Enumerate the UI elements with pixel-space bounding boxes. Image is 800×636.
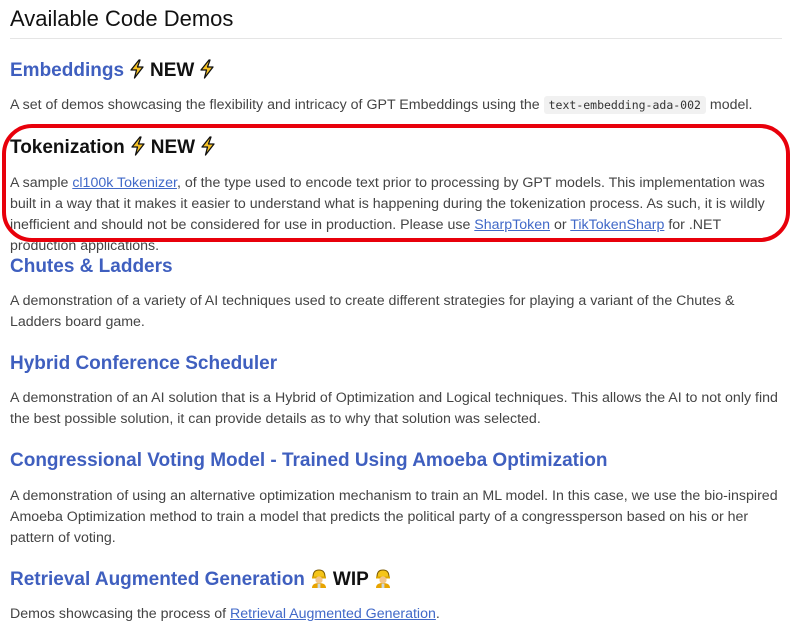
lightning-bolt-icon	[198, 59, 216, 86]
demo-heading-congressional-voting[interactable]: Congressional Voting Model - Trained Usi…	[10, 449, 607, 473]
demo-desc-chutes-ladders: A demonstration of a variety of AI techn…	[10, 293, 735, 330]
desc-text: or	[550, 217, 571, 233]
wip-badge: WIP	[332, 569, 369, 590]
construction-worker-icon	[309, 568, 329, 595]
demo-title-tokenization: Tokenization	[10, 137, 125, 158]
demo-title-rag[interactable]: Retrieval Augmented Generation	[10, 569, 305, 590]
cl100k-tokenizer-link[interactable]: cl100k Tokenizer	[72, 175, 177, 191]
new-badge: NEW	[150, 137, 196, 158]
desc-text: A set of demos showcasing the flexibilit…	[10, 97, 544, 113]
lightning-bolt-icon	[128, 59, 146, 86]
tiktokensharp-link[interactable]: TikTokenSharp	[570, 217, 664, 233]
demo-desc-rag: Demos showcasing the process of Retrieva…	[10, 604, 782, 625]
rag-link[interactable]: Retrieval Augmented Generation	[230, 606, 436, 622]
model-code: text-embedding-ada-002	[543, 96, 706, 114]
desc-text: .	[435, 606, 440, 622]
demo-desc-tokenization: A sample cl100k Tokenizer, of the type u…	[10, 173, 782, 257]
demo-heading-conference-scheduler[interactable]: Hybrid Conference Scheduler	[10, 352, 277, 376]
demo-desc-congressional-voting: A demonstration of using an alternative …	[10, 488, 778, 546]
demo-heading-tokenization: Tokenization NEW	[10, 136, 221, 163]
demo-heading-embeddings[interactable]: Embeddings NEW	[10, 59, 220, 86]
sharptoken-link[interactable]: SharpToken	[474, 217, 550, 233]
page-title: Available Code Demos	[10, 6, 234, 31]
demo-heading-chutes-ladders[interactable]: Chutes & Ladders	[10, 255, 173, 279]
lightning-bolt-icon	[129, 136, 147, 163]
title-divider	[10, 38, 782, 39]
demo-desc-embeddings: A set of demos showcasing the flexibilit…	[10, 95, 782, 116]
desc-text: model.	[705, 97, 753, 113]
demo-desc-conference-scheduler: A demonstration of an AI solution that i…	[10, 390, 778, 427]
demo-title-embeddings[interactable]: Embeddings	[10, 60, 124, 81]
desc-text: A sample	[10, 175, 73, 191]
lightning-bolt-icon	[199, 136, 217, 163]
construction-worker-icon	[373, 568, 393, 595]
demo-title-chutes-ladders[interactable]: Chutes & Ladders	[10, 256, 173, 277]
demo-heading-rag[interactable]: Retrieval Augmented Generation WIP	[10, 568, 397, 595]
new-badge: NEW	[150, 60, 195, 81]
demo-title-congressional-voting[interactable]: Congressional Voting Model - Trained Usi…	[10, 450, 607, 471]
demo-title-conference-scheduler[interactable]: Hybrid Conference Scheduler	[10, 353, 277, 374]
desc-text: Demos showcasing the process of	[10, 606, 231, 622]
demos-page: Available Code Demos Embeddings NEW A set…	[0, 0, 800, 636]
